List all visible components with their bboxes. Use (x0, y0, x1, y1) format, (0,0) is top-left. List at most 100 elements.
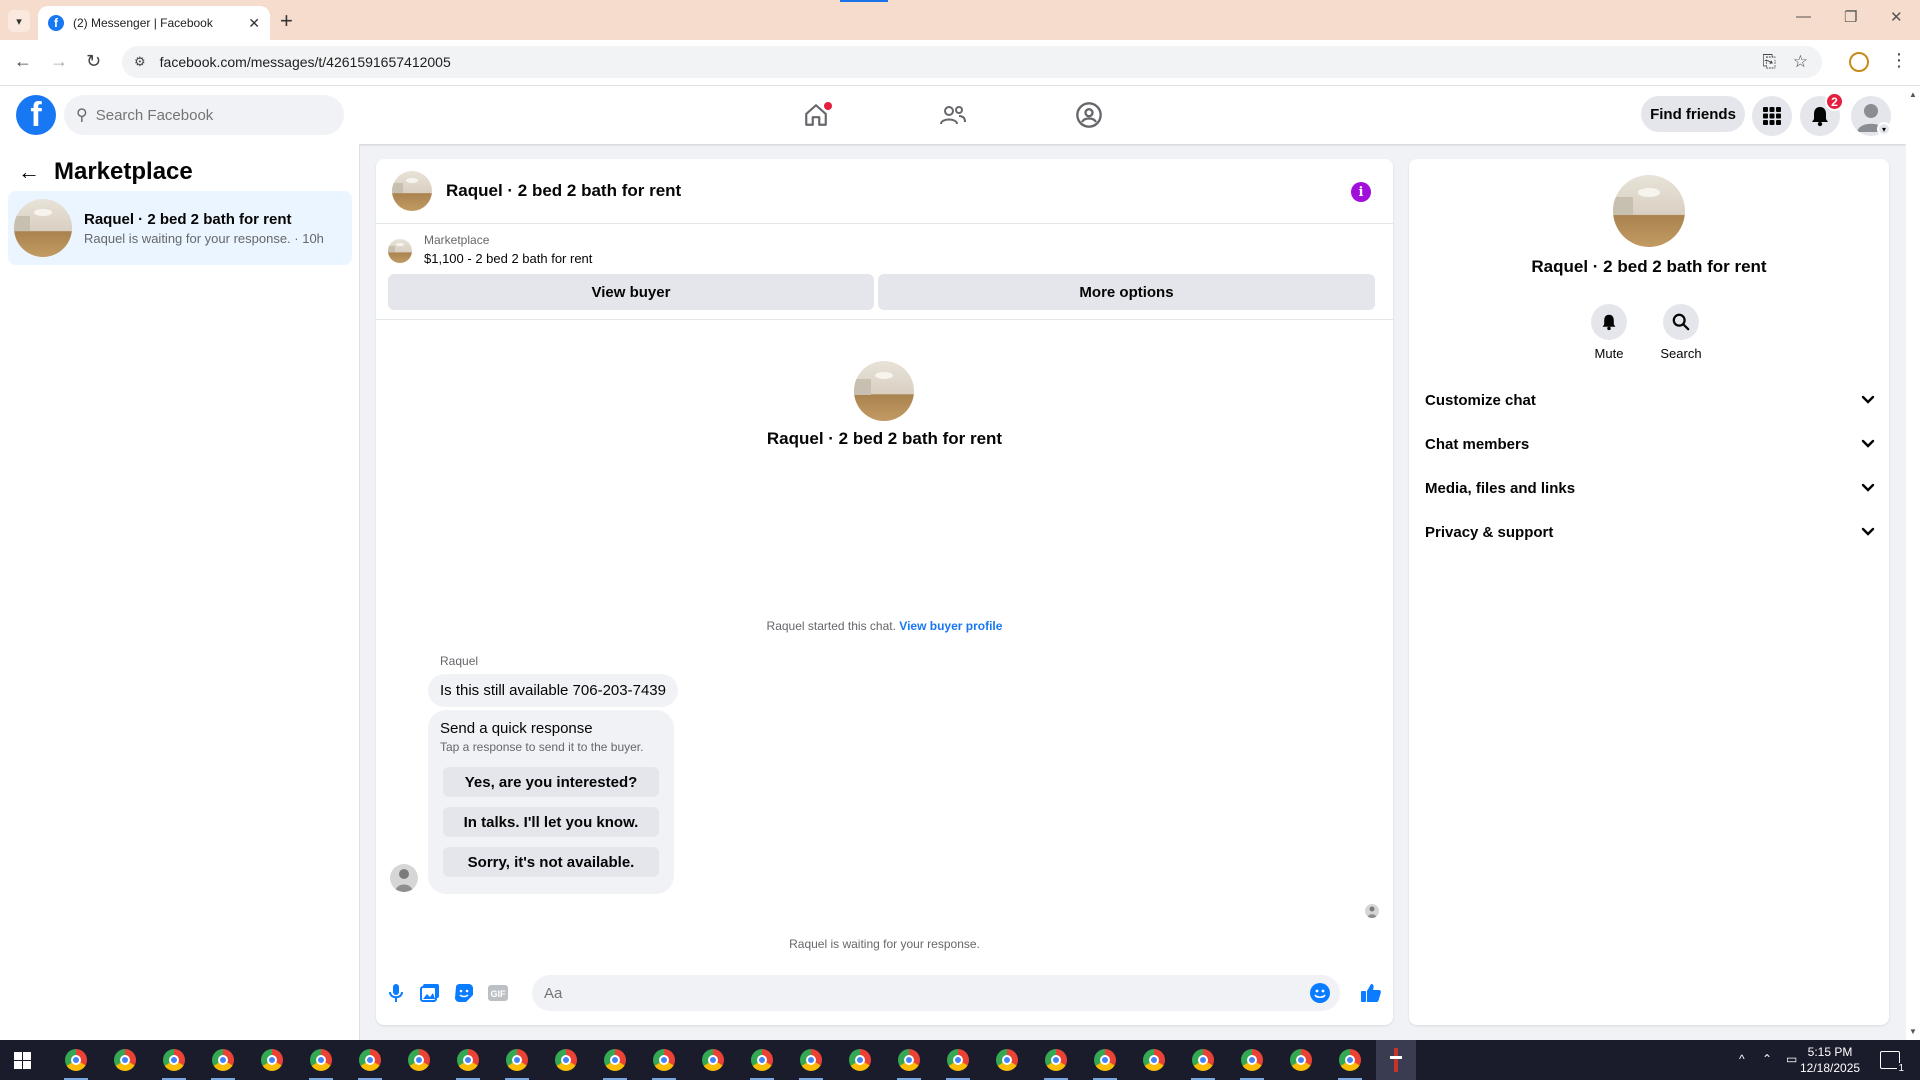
taskbar-chrome-icon[interactable] (203, 1040, 243, 1080)
taskbar-chrome-icon[interactable] (154, 1040, 194, 1080)
taskbar-chrome-icon[interactable] (1036, 1040, 1076, 1080)
gif-icon[interactable]: GIF (486, 981, 510, 1005)
site-info-icon[interactable]: ⚙ (134, 54, 146, 70)
taskbar-chrome-icon[interactable] (350, 1040, 390, 1080)
listing-summary[interactable]: Marketplace $1,100 - 2 bed 2 bath for re… (388, 233, 592, 266)
quick-response-not-available[interactable]: Sorry, it's not available. (443, 847, 659, 877)
taskbar-chrome-icon[interactable] (889, 1040, 929, 1080)
find-friends-button[interactable]: Find friends (1641, 96, 1745, 132)
chat-members-row[interactable]: Chat members (1425, 426, 1875, 462)
chrome-icon (163, 1049, 185, 1071)
customize-chat-row[interactable]: Customize chat (1425, 382, 1875, 418)
account-chevron-icon[interactable]: ▾ (1877, 122, 1891, 136)
mute-bell-icon[interactable] (1591, 304, 1627, 340)
menu-grid-button[interactable] (1752, 96, 1792, 136)
quick-response-interested[interactable]: Yes, are you interested? (443, 767, 659, 797)
groups-nav-icon[interactable] (1071, 98, 1107, 132)
back-arrow-icon[interactable]: ← (18, 159, 40, 185)
taskbar-chrome-icon[interactable] (595, 1040, 635, 1080)
taskbar-chrome-icon[interactable] (1134, 1040, 1174, 1080)
browser-menu-icon[interactable]: ⋮ (1890, 50, 1908, 71)
emoji-icon[interactable] (1310, 983, 1330, 1003)
photo-icon[interactable] (418, 981, 442, 1005)
taskbar-chrome-icon[interactable] (987, 1040, 1027, 1080)
view-buyer-button[interactable]: View buyer (388, 274, 874, 310)
reload-icon[interactable]: ↻ (86, 51, 101, 72)
taskbar-chrome-icon[interactable] (1183, 1040, 1223, 1080)
conversation-thumbnail (14, 199, 72, 257)
taskbar-chrome-icon[interactable] (644, 1040, 684, 1080)
info-icon[interactable]: i (1351, 182, 1371, 202)
new-tab-icon[interactable]: + (280, 8, 293, 34)
message-input-wrapper[interactable] (532, 975, 1340, 1011)
taskbar-chrome-icon[interactable] (301, 1040, 341, 1080)
taskbar-chrome-icon[interactable] (1232, 1040, 1272, 1080)
browser-tab[interactable]: f (2) Messenger | Facebook ✕ (38, 6, 270, 40)
taskbar-chrome-icon[interactable] (252, 1040, 292, 1080)
privacy-support-row[interactable]: Privacy & support (1425, 514, 1875, 550)
chat-header-avatar[interactable] (392, 171, 432, 211)
page-scrollbar[interactable]: ▲ ▼ (1906, 86, 1920, 1040)
thumbs-up-icon[interactable] (1358, 981, 1384, 1005)
taskbar-chrome-icon[interactable] (56, 1040, 96, 1080)
media-files-links-label: Media, files and links (1425, 479, 1576, 497)
taskbar-chrome-icon[interactable] (791, 1040, 831, 1080)
facebook-logo-icon[interactable]: f (16, 95, 56, 135)
taskbar-chrome-icon[interactable] (1085, 1040, 1125, 1080)
taskbar-chrome-icon[interactable] (1281, 1040, 1321, 1080)
quick-response-in-talks[interactable]: In talks. I'll let you know. (443, 807, 659, 837)
media-files-links-row[interactable]: Media, files and links (1425, 470, 1875, 506)
tab-close-icon[interactable]: ✕ (248, 15, 260, 32)
minimize-icon[interactable]: — (1796, 8, 1811, 25)
scroll-down-icon[interactable]: ▼ (1909, 1027, 1917, 1036)
chat-header-name[interactable]: Raquel · 2 bed 2 bath for rent (446, 181, 681, 201)
search-action[interactable]: Search (1651, 304, 1711, 361)
omnibox[interactable]: ⚙ facebook.com/messages/t/42615916574120… (122, 46, 1822, 78)
taskbar-chrome-icon[interactable] (399, 1040, 439, 1080)
taskbar-chrome-icon[interactable] (497, 1040, 537, 1080)
bookmark-star-icon[interactable]: ☆ (1793, 52, 1808, 72)
browser-profile-icon[interactable] (1849, 52, 1869, 72)
facebook-search[interactable]: ⚲ (64, 95, 344, 135)
mute-action[interactable]: Mute (1579, 304, 1639, 361)
view-buyer-profile-link[interactable]: View buyer profile (899, 619, 1002, 633)
taskbar-chrome-icon[interactable] (742, 1040, 782, 1080)
taskbar-chrome-icon[interactable] (938, 1040, 978, 1080)
message-bubble[interactable]: Is this still available 706-203-7439 (428, 674, 678, 707)
window-close-icon[interactable]: ✕ (1890, 8, 1903, 26)
taskbar-chrome-icon[interactable] (840, 1040, 880, 1080)
forward-icon[interactable]: → (50, 51, 68, 72)
taskbar-chrome-icon[interactable] (1330, 1040, 1370, 1080)
tab-search-icon[interactable]: ▾ (8, 10, 30, 32)
url-text[interactable]: facebook.com/messages/t/4261591657412005 (160, 54, 451, 70)
windows-start-icon[interactable] (14, 1052, 31, 1069)
taskbar-chrome-icon[interactable] (693, 1040, 733, 1080)
microphone-icon[interactable] (384, 981, 408, 1005)
search-magnifier-icon[interactable] (1663, 304, 1699, 340)
chrome-icon (506, 1049, 528, 1071)
scroll-up-icon[interactable]: ▲ (1909, 90, 1917, 99)
install-app-icon[interactable]: ⎘ (1762, 52, 1776, 72)
friends-nav-icon[interactable] (935, 98, 971, 132)
notifications-button[interactable]: 2 (1800, 92, 1844, 136)
more-options-button[interactable]: More options (878, 274, 1375, 310)
action-center-icon[interactable]: 1 (1880, 1051, 1905, 1074)
tray-overflow-icon[interactable]: ^ (1739, 1052, 1745, 1066)
taskbar-active-app-icon[interactable] (1376, 1040, 1416, 1080)
sticker-icon[interactable] (452, 981, 476, 1005)
taskbar-chrome-icon[interactable] (105, 1040, 145, 1080)
network-icon[interactable]: ▭ (1786, 1052, 1797, 1066)
facebook-search-input[interactable] (95, 106, 296, 124)
buyer-avatar[interactable] (390, 864, 418, 892)
restore-icon[interactable]: ❐ (1844, 8, 1857, 26)
conversation-item[interactable]: Raquel · 2 bed 2 bath for rent Raquel is… (8, 191, 352, 265)
taskbar-chrome-icon[interactable] (448, 1040, 488, 1080)
home-notification-dot (824, 102, 832, 110)
home-nav-icon[interactable] (798, 98, 834, 132)
message-input[interactable] (544, 984, 1244, 1002)
taskbar-chrome-icon[interactable] (546, 1040, 586, 1080)
tray-chevron-icon[interactable]: ⌃ (1762, 1052, 1772, 1066)
back-icon[interactable]: ← (14, 51, 32, 72)
grid-icon (1763, 107, 1781, 125)
taskbar-clock[interactable]: 5:15 PM 12/18/2025 (1800, 1044, 1860, 1076)
